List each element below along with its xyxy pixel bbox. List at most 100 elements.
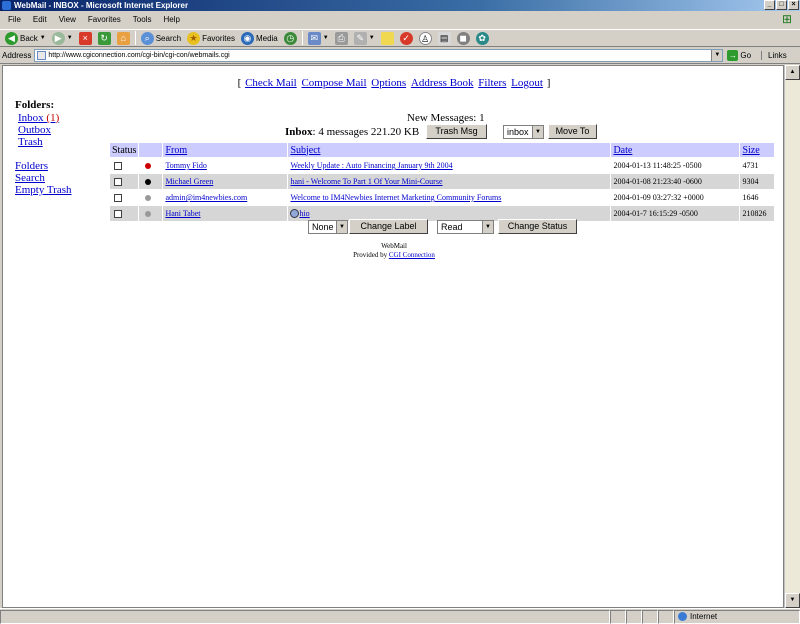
- address-book-link[interactable]: Address Book: [411, 77, 474, 89]
- options-link[interactable]: Options: [371, 77, 406, 89]
- empty-trash-link[interactable]: Empty Trash: [15, 184, 72, 196]
- top-navigation: [ Check Mail Compose Mail Options Addres…: [3, 77, 783, 89]
- inbox-summary-label: Inbox: [285, 126, 313, 138]
- manage-folders-link[interactable]: Folders: [15, 160, 72, 172]
- cgi-connection-link[interactable]: CGI Connection: [389, 251, 435, 259]
- browser-toolbar: ◀ Back ▼ ▶ ▼ × ↻ ⌂ ⌕ Search ★ Favorites …: [0, 29, 800, 47]
- menu-favorites[interactable]: Favorites: [82, 15, 127, 24]
- subject-link[interactable]: Weekly Update : Auto Financing January 9…: [290, 161, 452, 170]
- move-to-button[interactable]: Move To: [548, 124, 597, 139]
- history-button[interactable]: ◷: [281, 30, 300, 46]
- go-label: Go: [740, 51, 752, 60]
- trash-msg-button[interactable]: Trash Msg: [426, 124, 487, 139]
- address-input[interactable]: http://www.cgiconnection.com/cgi-bin/cgi…: [34, 49, 724, 62]
- from-link[interactable]: Michael Green: [165, 177, 213, 186]
- label-dot-icon: [145, 163, 152, 170]
- close-button[interactable]: ×: [788, 0, 799, 10]
- person-icon: ♙: [418, 31, 432, 45]
- logout-link[interactable]: Logout: [511, 77, 543, 89]
- status-pane: [610, 609, 626, 624]
- notes-icon: [380, 31, 394, 45]
- media-button[interactable]: ◉ Media: [238, 30, 281, 46]
- from-link[interactable]: Tommy Fido: [165, 161, 206, 170]
- tool-button-3[interactable]: ▤: [435, 30, 454, 46]
- status-pane: [642, 609, 658, 624]
- home-button[interactable]: ⌂: [114, 30, 133, 46]
- edit-button[interactable]: ✎ ▼: [351, 30, 378, 46]
- menu-file[interactable]: File: [2, 15, 27, 24]
- tool-button-2[interactable]: ♙: [416, 30, 435, 46]
- change-status-button[interactable]: Change Status: [498, 219, 577, 234]
- table-row: Michael Green hani - Welcome To Part 1 O…: [108, 173, 775, 190]
- go-button[interactable]: → Go: [727, 50, 751, 61]
- select-checkbox[interactable]: [114, 162, 122, 171]
- subject-sort-link[interactable]: Subject: [290, 145, 320, 156]
- toolbar-separator: [301, 31, 303, 45]
- tool-button-1[interactable]: ✓: [397, 30, 416, 46]
- maximize-button[interactable]: □: [776, 0, 787, 10]
- back-button[interactable]: ◀ Back ▼: [2, 30, 49, 46]
- search-link[interactable]: Search: [15, 172, 72, 184]
- inbox-summary: Inbox: 4 messages 221.20 KB: [285, 126, 419, 138]
- check-mail-link[interactable]: Check Mail: [245, 77, 297, 89]
- date-cell: 2004-01-09 03:27:32 +0000: [610, 189, 741, 206]
- folder-outbox[interactable]: Outbox: [15, 124, 72, 136]
- tool-button-4[interactable]: ◼: [454, 30, 473, 46]
- size-sort-link[interactable]: Size: [742, 145, 759, 156]
- from-link[interactable]: admin@im4newbies.com: [165, 193, 247, 202]
- from-link[interactable]: Hani Tabet: [165, 209, 200, 218]
- scroll-up-icon[interactable]: ▲: [785, 65, 800, 80]
- folders-sidebar: Folders: Inbox (1) Outbox Trash Folders …: [15, 99, 72, 196]
- size-cell: 9304: [739, 173, 775, 190]
- edit-dropdown-icon[interactable]: ▼: [369, 35, 375, 41]
- folder-inbox[interactable]: Inbox (1): [15, 112, 72, 124]
- links-button[interactable]: Links: [761, 51, 787, 60]
- compose-mail-link[interactable]: Compose Mail: [301, 77, 366, 89]
- back-label: Back: [20, 33, 38, 43]
- date-cell: 2004-01-08 21:23:40 -0600: [610, 173, 741, 190]
- table-row: admin@im4newbies.com Welcome to IM4Newbi…: [108, 189, 775, 206]
- menu-tools[interactable]: Tools: [127, 15, 158, 24]
- forward-dropdown-icon[interactable]: ▼: [67, 35, 73, 41]
- favorites-button[interactable]: ★ Favorites: [184, 30, 238, 46]
- subject-link[interactable]: hio: [299, 209, 309, 218]
- filters-link[interactable]: Filters: [478, 77, 506, 89]
- mail-button[interactable]: ✉ ▼: [305, 30, 332, 46]
- address-url[interactable]: http://www.cgiconnection.com/cgi-bin/cgi…: [48, 52, 229, 59]
- refresh-button[interactable]: ↻: [95, 30, 114, 46]
- subject-link[interactable]: hani - Welcome To Part 1 Of Your Mini-Co…: [290, 177, 442, 186]
- search-button[interactable]: ⌕ Search: [138, 30, 184, 46]
- address-dropdown-icon[interactable]: ▼: [711, 50, 723, 61]
- page-content: [ Check Mail Compose Mail Options Addres…: [2, 65, 784, 608]
- menu-help[interactable]: Help: [157, 15, 185, 24]
- move-folder-select[interactable]: inbox ▼: [503, 125, 544, 139]
- vertical-scrollbar[interactable]: ▲ ▼: [784, 65, 800, 608]
- table-row: Tommy Fido Weekly Update : Auto Financin…: [108, 157, 775, 174]
- change-label-button[interactable]: Change Label: [349, 219, 428, 234]
- subject-link[interactable]: Welcome to IM4Newbies Internet Marketing…: [290, 193, 501, 202]
- date-sort-link[interactable]: Date: [613, 145, 632, 156]
- menu-edit[interactable]: Edit: [27, 15, 53, 24]
- folders-heading: Folders:: [15, 99, 55, 111]
- tool-button-5[interactable]: ✿: [473, 30, 492, 46]
- mail-dropdown-icon[interactable]: ▼: [323, 35, 329, 41]
- select-checkbox[interactable]: [114, 178, 122, 187]
- select-checkbox[interactable]: [114, 210, 122, 219]
- from-sort-link[interactable]: From: [165, 145, 187, 156]
- folder-trash[interactable]: Trash: [15, 136, 72, 148]
- forward-button[interactable]: ▶ ▼: [49, 30, 76, 46]
- back-dropdown-icon[interactable]: ▼: [40, 35, 46, 41]
- label-select[interactable]: None ▼: [308, 220, 348, 234]
- print-button[interactable]: ⎙: [332, 30, 351, 46]
- media-icon: ◉: [240, 31, 254, 45]
- scroll-down-icon[interactable]: ▼: [785, 593, 800, 608]
- label-dot-icon: [145, 179, 152, 186]
- notes-button[interactable]: [378, 30, 397, 46]
- stop-button[interactable]: ×: [76, 30, 95, 46]
- edit-icon: ✎: [353, 31, 367, 45]
- minimize-button[interactable]: _: [764, 0, 775, 10]
- menu-view[interactable]: View: [53, 15, 82, 24]
- status-select[interactable]: Read ▼: [437, 220, 494, 234]
- select-checkbox[interactable]: [114, 194, 122, 203]
- messenger-icon: ✿: [475, 31, 489, 45]
